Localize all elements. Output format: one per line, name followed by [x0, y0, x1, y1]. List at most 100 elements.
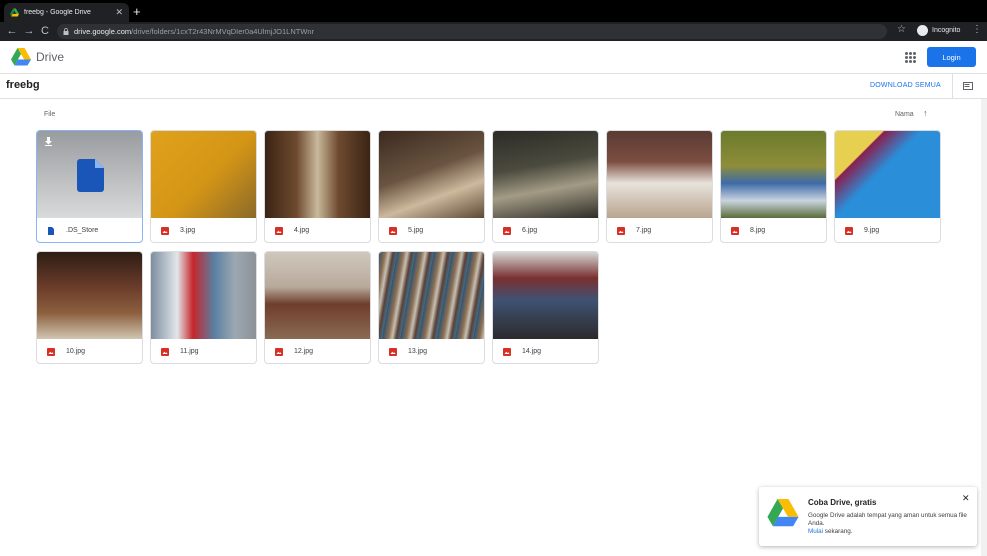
image-file-icon [161, 347, 169, 356]
file-caption[interactable]: 6.jpg [493, 218, 598, 242]
image-thumbnail[interactable] [265, 252, 370, 339]
image-thumbnail[interactable] [493, 131, 598, 218]
file-caption[interactable]: 11.jpg [151, 339, 256, 363]
file-card[interactable]: 9.jpg [834, 130, 941, 243]
file-name: 14.jpg [522, 348, 542, 355]
file-card[interactable]: 13.jpg [378, 251, 485, 364]
file-card[interactable]: 3.jpg [150, 130, 257, 243]
sort-direction-icon[interactable]: ↑ [923, 108, 928, 118]
file-caption[interactable]: 7.jpg [607, 218, 712, 242]
image-thumbnail[interactable] [265, 131, 370, 218]
image-file-icon [47, 347, 55, 356]
image-thumbnail[interactable] [721, 131, 826, 218]
image-thumbnail[interactable] [151, 131, 256, 218]
image-thumbnail[interactable] [379, 252, 484, 339]
drive-logo-icon [767, 499, 799, 527]
file-caption[interactable]: .DS_Store [37, 218, 142, 242]
file-caption[interactable]: 8.jpg [721, 218, 826, 242]
file-caption[interactable]: 9.jpg [835, 218, 940, 242]
image-file-icon [617, 226, 625, 235]
promo-toast: Coba Drive, gratis Google Drive adalah t… [759, 487, 977, 546]
image-thumbnail[interactable] [37, 252, 142, 339]
details-panel-icon[interactable] [963, 82, 973, 90]
image-file-icon [503, 226, 511, 235]
tab-close-icon[interactable]: ✕ [115, 7, 123, 18]
file-caption[interactable]: 10.jpg [37, 339, 142, 363]
file-card[interactable]: .DS_Store [36, 130, 143, 243]
document-thumbnail[interactable] [37, 131, 142, 218]
file-caption[interactable]: 4.jpg [265, 218, 370, 242]
url-path: /drive/folders/1cxT2r43NrMVqDIer0a4UlmjJ… [131, 27, 315, 36]
file-name: 9.jpg [864, 227, 880, 234]
file-name: 4.jpg [294, 227, 310, 234]
document-large-icon [77, 159, 104, 192]
google-apps-icon[interactable] [905, 52, 916, 63]
file-name: 8.jpg [750, 227, 766, 234]
image-thumbnail[interactable] [835, 131, 940, 218]
file-card[interactable]: 6.jpg [492, 130, 599, 243]
file-caption[interactable]: 12.jpg [265, 339, 370, 363]
image-thumbnail[interactable] [151, 252, 256, 339]
document-file-icon [48, 226, 54, 235]
file-name: 7.jpg [636, 227, 652, 234]
file-caption[interactable]: 14.jpg [493, 339, 598, 363]
file-card[interactable]: 5.jpg [378, 130, 485, 243]
image-thumbnail[interactable] [493, 252, 598, 339]
toast-start-link[interactable]: Mulai [808, 528, 823, 535]
toast-link-suffix: sekarang. [823, 528, 853, 535]
file-card[interactable]: 11.jpg [150, 251, 257, 364]
login-button[interactable]: Login [927, 47, 976, 67]
image-file-icon [275, 226, 283, 235]
download-all-button[interactable]: DOWNLOAD SEMUA [870, 82, 941, 89]
image-thumbnail[interactable] [379, 131, 484, 218]
folder-bar: freebg DOWNLOAD SEMUA [0, 74, 987, 99]
url-host: drive.google.com [74, 27, 132, 36]
incognito-indicator[interactable]: Incognito [917, 25, 960, 36]
scrollbar[interactable] [981, 99, 987, 556]
reload-icon[interactable]: C [38, 24, 52, 38]
toast-title: Coba Drive, gratis [808, 498, 877, 507]
image-file-icon [275, 347, 283, 356]
address-bar[interactable]: drive.google.com/drive/folders/1cxT2r43N… [57, 24, 887, 39]
file-card[interactable]: 10.jpg [36, 251, 143, 364]
browser-toolbar: ← → C drive.google.com/drive/folders/1cx… [0, 22, 987, 41]
file-card[interactable]: 7.jpg [606, 130, 713, 243]
file-card[interactable]: 8.jpg [720, 130, 827, 243]
image-file-icon [161, 226, 169, 235]
incognito-icon [917, 25, 928, 36]
tab-title: freebg - Google Drive [24, 9, 91, 16]
drive-header: Drive Login [0, 41, 987, 74]
file-caption[interactable]: 13.jpg [379, 339, 484, 363]
bookmark-star-icon[interactable]: ☆ [897, 24, 906, 35]
image-file-icon [731, 226, 739, 235]
lock-icon [63, 28, 69, 35]
file-caption[interactable]: 3.jpg [151, 218, 256, 242]
browser-tab-bar: freebg - Google Drive ✕ + [0, 0, 987, 22]
browser-menu-icon[interactable]: ⋮ [972, 24, 982, 35]
image-file-icon [389, 226, 397, 235]
drive-logo-icon[interactable] [11, 48, 31, 66]
drive-brand: Drive [36, 50, 65, 64]
file-caption[interactable]: 5.jpg [379, 218, 484, 242]
file-card[interactable]: 4.jpg [264, 130, 371, 243]
sort-label[interactable]: Nama [895, 111, 914, 118]
file-card[interactable]: 14.jpg [492, 251, 599, 364]
file-name: 12.jpg [294, 348, 314, 355]
file-name: 13.jpg [408, 348, 428, 355]
folder-title: freebg [6, 79, 40, 91]
new-tab-icon[interactable]: + [133, 3, 141, 20]
forward-icon[interactable]: → [22, 24, 36, 38]
image-file-icon [389, 347, 397, 356]
toast-close-icon[interactable]: ✕ [962, 493, 970, 504]
back-icon[interactable]: ← [5, 24, 19, 38]
file-name: 3.jpg [180, 227, 196, 234]
toast-body: Google Drive adalah tempat yang aman unt… [808, 512, 970, 536]
image-file-icon [845, 226, 853, 235]
incognito-label: Incognito [932, 27, 961, 34]
divider [952, 74, 953, 99]
download-icon[interactable] [44, 137, 53, 146]
image-thumbnail[interactable] [607, 131, 712, 218]
file-grid: .DS_Store 3.jpg 4.jpg 5.jpg 6.jpg 7.jpg 8.jpg 9… [36, 130, 941, 364]
browser-tab[interactable]: freebg - Google Drive ✕ [4, 3, 129, 22]
file-card[interactable]: 12.jpg [264, 251, 371, 364]
